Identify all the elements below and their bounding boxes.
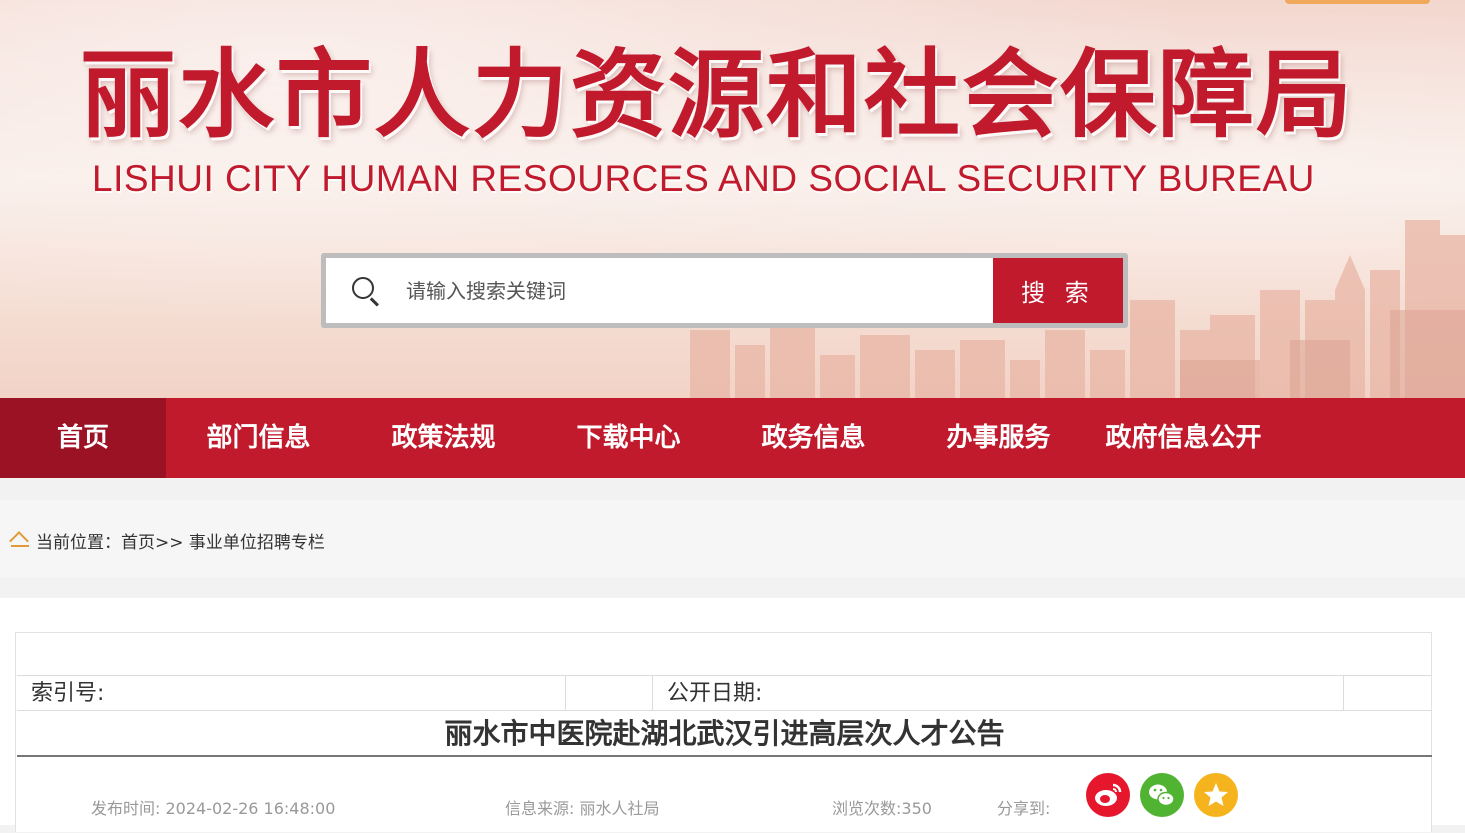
search-input[interactable]: [402, 258, 993, 323]
nav-item-services[interactable]: 办事服务: [906, 398, 1091, 478]
article-card: 索引号: 公开日期: 丽水市中医院赴湖北武汉引进高层次人才公告 发布时间: 20…: [15, 632, 1432, 832]
weibo-icon[interactable]: [1086, 773, 1130, 817]
main-nav: 首页 部门信息 政策法规 下载中心 政务信息 办事服务 政府信息公开: [0, 398, 1465, 478]
breadcrumb-current-link[interactable]: 事业单位招聘专栏: [184, 528, 325, 553]
home-icon: [9, 530, 30, 551]
info-source: 信息来源: 丽水人社局: [505, 799, 660, 818]
breadcrumb-home-link[interactable]: 首页>>: [121, 528, 184, 553]
publish-time: 发布时间: 2024-02-26 16:48:00: [91, 799, 336, 818]
breadcrumb-prefix: 当前位置：: [36, 533, 121, 553]
nav-item-policies[interactable]: 政策法规: [351, 398, 536, 478]
nav-item-downloads[interactable]: 下载中心: [536, 398, 721, 478]
publish-date-label: 公开日期:: [653, 676, 1344, 710]
content-area: 索引号: 公开日期: 丽水市中医院赴湖北武汉引进高层次人才公告 发布时间: 20…: [0, 598, 1465, 832]
index-number-value: [566, 676, 653, 710]
article-title: 丽水市中医院赴湖北武汉引进高层次人才公告: [17, 711, 1432, 757]
search-inner: 搜 索: [326, 258, 1123, 323]
publish-date-value: [1344, 676, 1432, 710]
star-icon[interactable]: [1194, 773, 1238, 817]
wechat-icon[interactable]: [1140, 773, 1184, 817]
article-meta-table: 索引号: 公开日期:: [17, 675, 1432, 711]
site-title-chinese: 丽水市人力资源和社会保障局: [80, 38, 1354, 151]
breadcrumb-bar: 当前位置： 首页>> 事业单位招聘专栏: [0, 500, 1465, 578]
search-button[interactable]: 搜 索: [993, 258, 1123, 323]
nav-item-home[interactable]: 首页: [0, 398, 166, 478]
index-number-label: 索引号:: [17, 676, 566, 710]
site-title-english: LISHUI CITY HUMAN RESOURCES AND SOCIAL S…: [92, 158, 1315, 199]
search-bar: 搜 索: [321, 253, 1128, 328]
nav-item-department-info[interactable]: 部门信息: [166, 398, 351, 478]
nav-item-info-disclosure[interactable]: 政府信息公开: [1091, 398, 1276, 478]
nav-item-gov-affairs[interactable]: 政务信息: [721, 398, 906, 478]
share-label: 分享到:: [997, 799, 1051, 818]
header-banner: 丽水市人力资源和社会保障局 LISHUI CITY HUMAN RESOURCE…: [0, 0, 1465, 398]
view-count: 浏览次数:350: [832, 799, 932, 818]
search-icon: [326, 258, 402, 323]
breadcrumb: 当前位置： 首页>> 事业单位招聘专栏: [9, 528, 325, 553]
